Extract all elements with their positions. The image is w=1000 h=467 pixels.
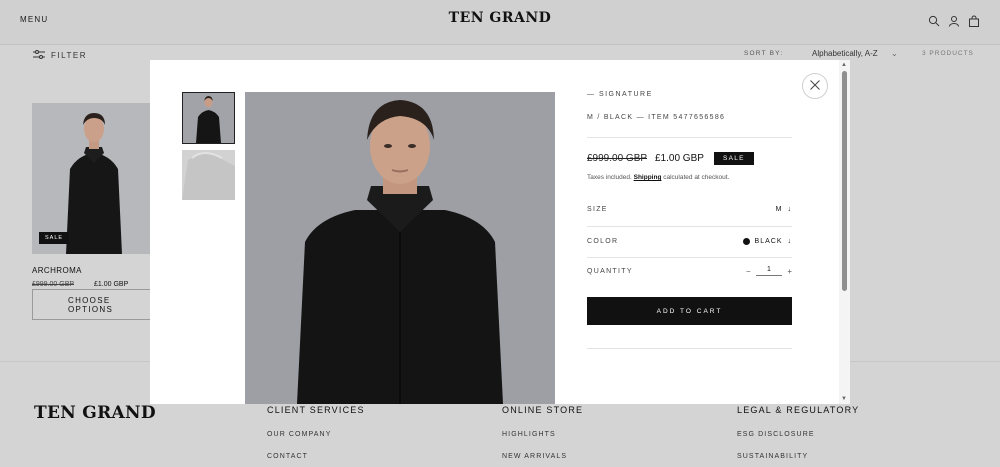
footer-column-title: ONLINE STORE xyxy=(502,405,584,415)
divider xyxy=(587,257,792,258)
close-icon xyxy=(810,77,820,95)
footer-link[interactable]: CONTACT xyxy=(267,453,365,460)
gallery-thumbnail-detail[interactable] xyxy=(182,150,235,200)
footer-link[interactable]: SUSTAINABILITY xyxy=(737,453,859,460)
quantity-label: QUANTITY xyxy=(587,268,633,275)
close-button[interactable] xyxy=(802,73,828,99)
add-to-cart-button[interactable]: ADD TO CART xyxy=(587,297,792,325)
filter-icon xyxy=(33,50,45,61)
variant-sku-line: M / BLACK — ITEM 5477656586 xyxy=(587,114,726,121)
product-card-new-price: £1.00 GBP xyxy=(94,281,129,288)
header-icons xyxy=(928,14,980,32)
search-icon[interactable] xyxy=(928,14,940,32)
choose-options-button[interactable]: CHOOSE OPTIONS xyxy=(32,289,156,320)
shipping-link[interactable]: Shipping xyxy=(634,174,662,181)
gallery-thumbnail-front[interactable] xyxy=(182,92,235,144)
chevron-down-icon: ↓ xyxy=(787,206,792,213)
footer-column-title: LEGAL & REGULATORY xyxy=(737,405,860,415)
quantity-increase-button[interactable]: + xyxy=(787,267,792,276)
footer-column-title: CLIENT SERVICES xyxy=(267,405,365,415)
color-swatch-icon xyxy=(742,238,750,245)
quantity-stepper: − 1 + xyxy=(746,266,792,276)
color-label: COLOR xyxy=(587,238,619,245)
divider xyxy=(587,348,792,349)
product-card-old-price: £999.00 GBP xyxy=(32,281,75,288)
divider xyxy=(587,226,792,227)
product-main-image[interactable] xyxy=(245,92,555,404)
sort-select[interactable]: Alphabetically, A-Z xyxy=(812,49,878,58)
footer-column-client-services: CLIENT SERVICES OUR COMPANY CONTACT xyxy=(267,405,365,467)
site-header: MENU TEN GRAND xyxy=(0,0,1000,45)
footer-brand-logo[interactable]: TEN GRAND xyxy=(34,403,156,423)
color-select[interactable]: BLACK ↓ xyxy=(742,238,792,245)
size-label: SIZE xyxy=(587,206,608,213)
color-value: BLACK xyxy=(754,238,783,245)
divider xyxy=(587,137,792,138)
tax-note-suffix: calculated at checkout. xyxy=(661,174,730,181)
footer-link[interactable]: HIGHLIGHTS xyxy=(502,431,583,438)
tax-shipping-note: Taxes included. Shipping calculated at c… xyxy=(587,174,729,181)
product-card-title[interactable]: ARCHROMA xyxy=(32,266,82,275)
sale-price: £1.00 GBP xyxy=(655,153,704,164)
compare-at-price: £999.00 GBP xyxy=(587,153,648,164)
footer-column-legal: LEGAL & REGULATORY ESG DISCLOSURE SUSTAI… xyxy=(737,405,859,467)
sale-badge: SALE xyxy=(714,152,754,165)
cart-icon[interactable] xyxy=(968,14,980,32)
brand-logo[interactable]: TEN GRAND xyxy=(0,10,1000,26)
sale-badge: SALE xyxy=(39,232,70,244)
size-value: M xyxy=(775,206,783,213)
modal-scrollbar[interactable]: ▲ ▼ xyxy=(839,60,850,404)
scroll-up-arrow-icon[interactable]: ▲ xyxy=(841,62,847,68)
scroll-down-arrow-icon[interactable]: ▼ xyxy=(841,396,847,402)
chevron-down-icon: ↓ xyxy=(787,238,792,245)
sort-by-label: SORT BY: xyxy=(744,50,784,57)
quantity-decrease-button[interactable]: − xyxy=(746,267,751,276)
footer-link[interactable]: NEW ARRIVALS xyxy=(502,453,583,460)
filter-button[interactable]: FILTER xyxy=(33,50,87,61)
quick-view-modal: — SIGNATURE M / BLACK — ITEM 5477656586 … xyxy=(150,60,850,404)
quantity-input[interactable]: 1 xyxy=(756,266,782,276)
account-icon[interactable] xyxy=(948,14,960,32)
chevron-down-icon[interactable]: ⌄ xyxy=(891,49,898,58)
filter-label: FILTER xyxy=(51,51,87,60)
footer-column-online-store: ONLINE STORE HIGHLIGHTS NEW ARRIVALS xyxy=(502,405,583,467)
scrollbar-thumb[interactable] xyxy=(842,71,847,291)
footer-link[interactable]: OUR COMPANY xyxy=(267,431,365,438)
product-collection-label: — SIGNATURE xyxy=(587,91,653,98)
footer-link[interactable]: ESG DISCLOSURE xyxy=(737,431,859,438)
products-count: 3 PRODUCTS xyxy=(922,50,974,57)
tax-note-text: Taxes included. xyxy=(587,174,634,181)
size-select[interactable]: M ↓ xyxy=(776,206,792,213)
